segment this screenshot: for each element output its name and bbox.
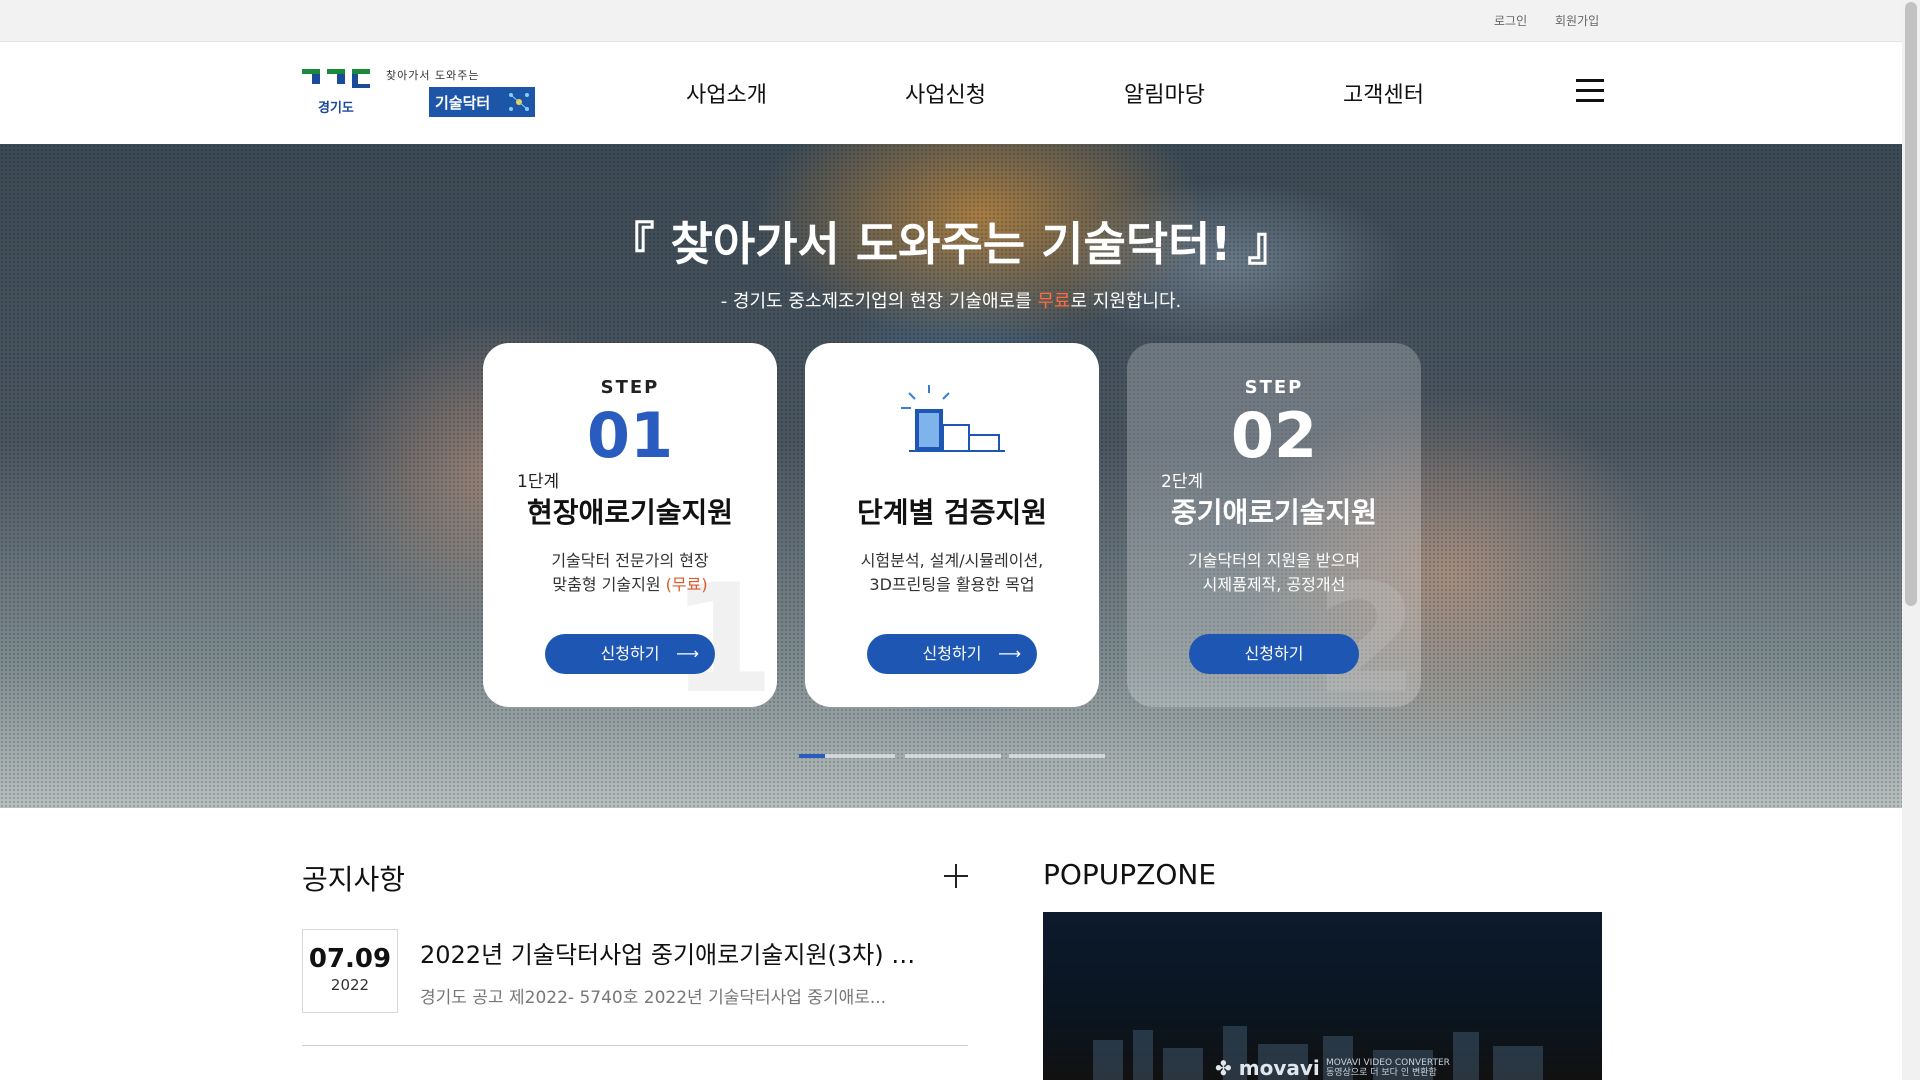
card-title: 중기애로기술지원 (1170, 496, 1378, 529)
popup-banner[interactable]: ✤ movavi MOVAVI VIDEO CONVERTER 동영상으로 더 … (1043, 912, 1602, 1080)
sparkle-icon (509, 93, 529, 111)
step-number: 02 (1230, 399, 1318, 472)
brand-badge: 기술닥터 (429, 87, 535, 117)
apply-button-verification[interactable]: 신청하기 ⟶ (867, 634, 1037, 674)
apply-button-step1[interactable]: 신청하기 ⟶ (545, 634, 715, 674)
scrollbar-thumb[interactable] (1905, 2, 1917, 606)
plus-icon[interactable] (944, 864, 968, 888)
slide-indicator-3[interactable] (905, 754, 1001, 758)
verification-card: 단계별 검증지원 시험분석, 설계/시뮬레이션, 3D프린팅을 활용한 목업 신… (805, 343, 1099, 707)
notice-date: 07.09 2022 (302, 929, 398, 1013)
arrow-right-icon: ⟶ (676, 644, 699, 663)
card-description: 시험분석, 설계/시뮬레이션, 3D프린팅을 활용한 목업 (860, 551, 1044, 594)
nav-notice-board[interactable]: 알림마당 (1124, 77, 1205, 109)
step2-card: 2 STEP 02 2단계 중기애로기술지원 기술닥터의 지원을 받으며 시제품… (1127, 343, 1421, 707)
notice-section-title: 공지사항 (302, 863, 406, 896)
nav-customer-center[interactable]: 고객센터 (1343, 77, 1424, 109)
notice-date-day: 07.09 (308, 944, 392, 974)
hero-title: 『 찾아가서 도와주는 기술닥터! 』 (608, 217, 1294, 271)
utility-bar: 로그인 회원가입 (0, 0, 1902, 42)
step-number: 01 (586, 399, 674, 472)
hero-banner: 『 찾아가서 도와주는 기술닥터! 』 - 경기도 중소제조기업의 현장 기술애… (0, 144, 1902, 808)
card-title: 현장애로기술지원 (526, 496, 734, 529)
step-label: STEP (1244, 377, 1304, 398)
gyeonggi-logo-text: 경기도 (318, 101, 354, 116)
site-logo[interactable]: 경기도 찾아가서 도와주는 기술닥터 (302, 67, 536, 117)
stage-label: 1단계 (517, 472, 560, 492)
movavi-logo: ✤ movavi (1215, 1056, 1320, 1080)
logo-tagline: 찾아가서 도와주는 (386, 69, 480, 82)
nav-business-apply[interactable]: 사업신청 (905, 77, 986, 109)
step-label: STEP (600, 377, 660, 398)
page-scrollbar[interactable] (1902, 0, 1920, 1080)
slide-indicator-4[interactable] (1009, 754, 1105, 758)
login-link[interactable]: 로그인 (1494, 12, 1527, 29)
slide-indicator-2[interactable] (825, 754, 895, 758)
brand-name: 기술닥터 (435, 94, 491, 112)
free-highlight: 무료 (1037, 291, 1071, 312)
card-description: 기술닥터의 지원을 받으며 시제품제작, 공정개선 (1187, 551, 1361, 594)
site-header: 경기도 찾아가서 도와주는 기술닥터 사업소개 사업신청 알림마당 고객센터 (0, 43, 1902, 144)
nav-business-intro[interactable]: 사업소개 (686, 77, 767, 109)
banner-caption: MOVAVI VIDEO CONVERTER 동영상으로 더 보다 인 변환함 (1326, 1058, 1450, 1078)
notice-item-summary: 경기도 공고 제2022- 5740호 2022년 기술닥터사업 중기애로... (420, 988, 887, 1008)
step1-card: 1 STEP 01 1단계 현장애로기술지원 기술닥터 전문가의 현장 맞춤형 … (483, 343, 777, 707)
city-skyline-icon (1093, 1026, 1543, 1080)
notice-date-year: 2022 (330, 976, 370, 994)
hero-subtitle: - 경기도 중소제조기업의 현장 기술애로를 무료로 지원합니다. (720, 291, 1182, 312)
hamburger-menu-icon[interactable] (1576, 79, 1604, 103)
divider (302, 1045, 968, 1046)
apply-button-step2[interactable]: 신청하기 (1189, 634, 1359, 674)
card-title: 단계별 검증지원 (856, 496, 1048, 529)
verification-chart-icon (901, 385, 1005, 452)
popupzone-title: POPUPZONE (1043, 858, 1217, 891)
stage-label: 2단계 (1161, 472, 1204, 492)
signup-link[interactable]: 회원가입 (1555, 12, 1599, 29)
card-description: 기술닥터 전문가의 현장 맞춤형 기술지원 (무료) (551, 551, 709, 594)
notice-item-title[interactable]: 2022년 기술닥터사업 중기애로기술지원(3차) … (420, 935, 920, 970)
slide-indicator-1[interactable] (799, 754, 825, 758)
arrow-right-icon: ⟶ (998, 644, 1021, 663)
free-label: (무료) (665, 575, 708, 594)
